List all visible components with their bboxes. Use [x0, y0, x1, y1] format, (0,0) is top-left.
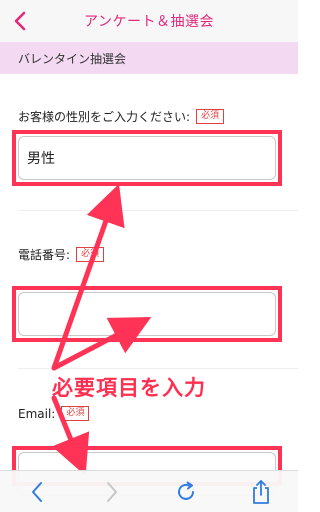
- required-badge: 必須: [196, 109, 225, 124]
- reload-icon: [178, 481, 195, 500]
- toolbar-back-button[interactable]: [20, 475, 54, 509]
- phone-label: 電話番号: 必須: [18, 246, 105, 263]
- forward-icon: [106, 482, 117, 502]
- share-icon: [252, 480, 269, 504]
- back-icon: [32, 482, 43, 502]
- gender-label: お客様の性別をご入力ください: 必須: [18, 108, 225, 125]
- browser-toolbar: [0, 470, 298, 512]
- annotation-text: 必要項目を入力: [52, 376, 206, 400]
- email-label: Email: 必須: [18, 406, 90, 421]
- section-title: バレンタイン抽選会: [18, 51, 127, 66]
- required-badge: 必須: [61, 406, 90, 421]
- section-banner: バレンタイン抽選会: [0, 42, 298, 74]
- arrow-to-gender: [51, 183, 125, 371]
- email-label-text: Email:: [18, 406, 56, 421]
- gender-input[interactable]: 男性: [18, 136, 276, 180]
- phone-input[interactable]: [18, 292, 276, 336]
- nav-header: アンケート＆抽選会: [0, 0, 298, 43]
- divider: [18, 368, 298, 369]
- back-button[interactable]: [6, 7, 34, 35]
- phone-label-text: 電話番号:: [18, 248, 71, 262]
- toolbar-share-button[interactable]: [244, 475, 278, 509]
- page-title: アンケート＆抽選会: [84, 14, 214, 30]
- chevron-left-icon: [14, 11, 26, 31]
- page: アンケート＆抽選会 バレンタイン抽選会 お客様の性別をご入力ください: 必須 男…: [0, 0, 298, 512]
- gender-label-text: お客様の性別をご入力ください:: [18, 110, 191, 124]
- divider: [18, 210, 298, 211]
- toolbar-reload-button[interactable]: [169, 475, 203, 509]
- required-badge: 必須: [76, 247, 105, 262]
- toolbar-forward-button[interactable]: [95, 475, 129, 509]
- gender-input-value: 男性: [27, 151, 55, 167]
